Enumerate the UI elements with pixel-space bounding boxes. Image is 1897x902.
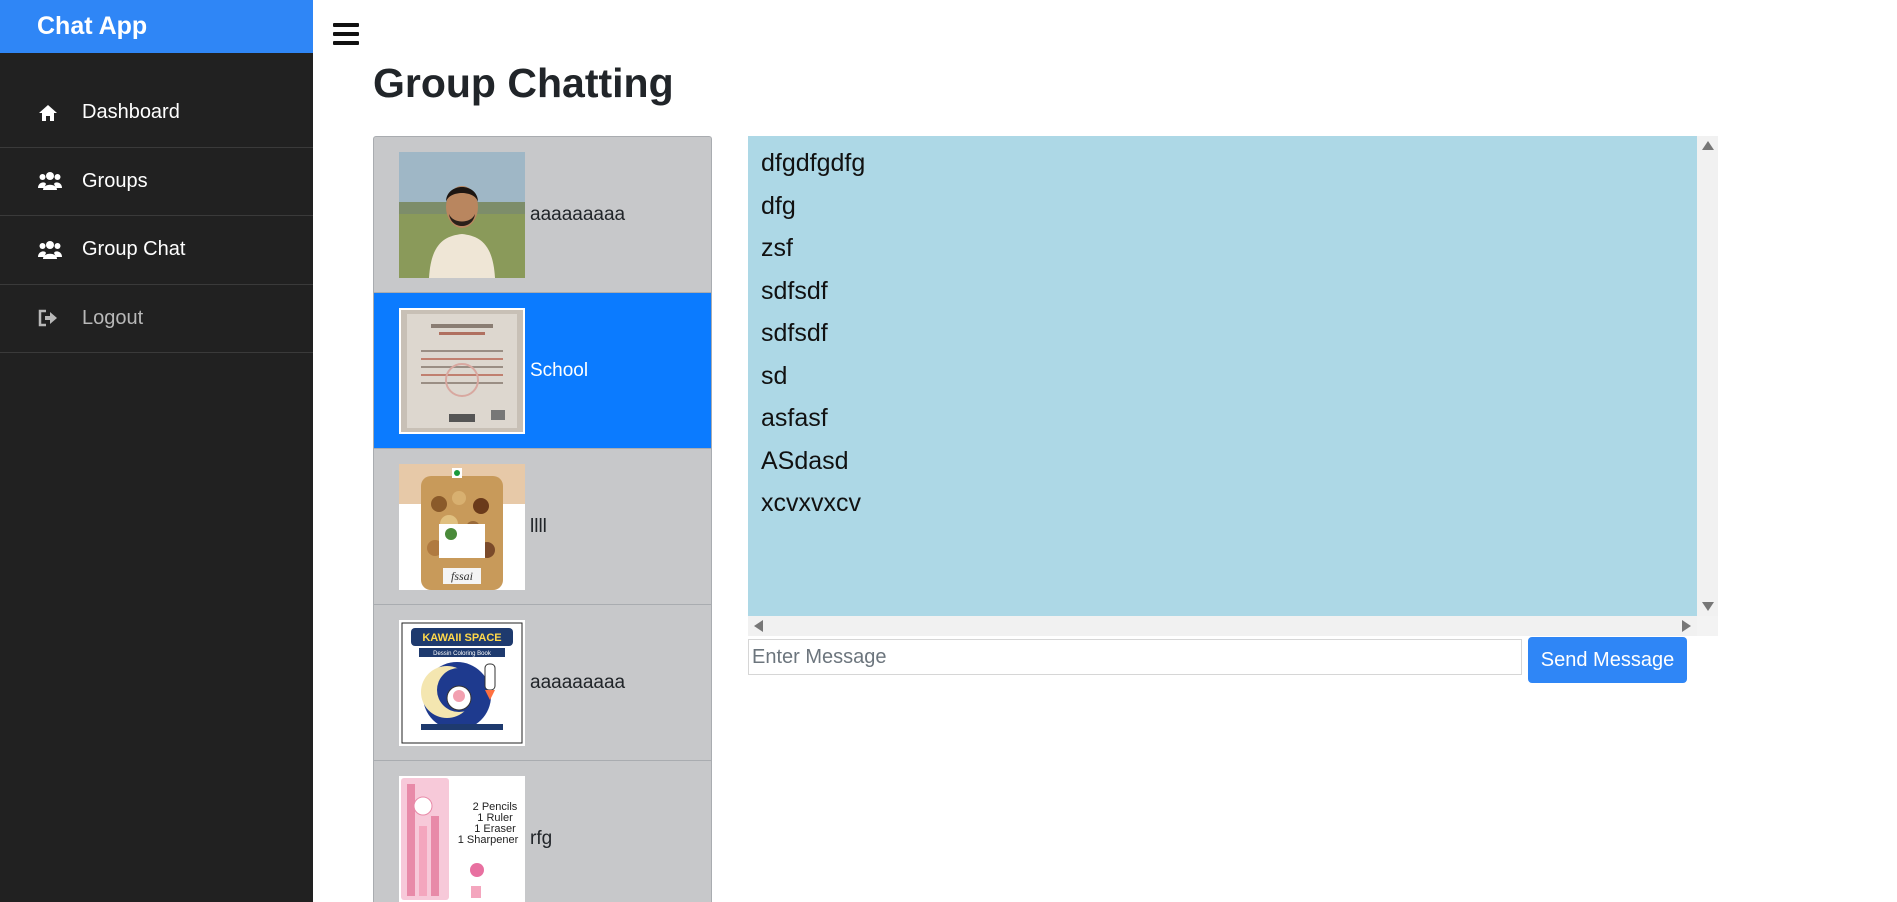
sharpener-text: 1 Sharpener: [458, 834, 519, 846]
chat-panel: dfgdfgdfg dfg zsf sdfsdf sdfsdf sd asfas…: [748, 136, 1718, 636]
message-item: dfgdfgdfg: [761, 149, 866, 177]
sidebar-item-label: Group Chat: [82, 238, 186, 261]
message-input[interactable]: [748, 639, 1522, 675]
message-item: xcvxvxcv: [761, 489, 861, 517]
sidebar-item-label: Groups: [82, 169, 148, 192]
sidebar-item-group-chat[interactable]: Group Chat: [0, 216, 313, 285]
sidebar-item-logout[interactable]: Logout: [0, 285, 313, 353]
group-avatar: KAWAII SPACE Dessin Coloring Book: [399, 619, 525, 746]
users-icon: [38, 171, 66, 191]
sidebar-item-label: Dashboard: [82, 101, 180, 124]
group-avatar: [399, 151, 525, 278]
message-item: ASdasd: [761, 446, 849, 475]
group-name: aaaaaaaaa: [530, 203, 626, 225]
message-item: sdfsdf: [761, 319, 828, 347]
group-list-item[interactable]: fssai llll: [374, 449, 711, 605]
message-item: asfasf: [761, 404, 828, 432]
horizontal-scrollbar[interactable]: [748, 616, 1697, 636]
message-item: zsf: [761, 234, 793, 262]
message-item: sdfsdf: [761, 276, 828, 305]
scroll-down-arrow-icon[interactable]: [1702, 602, 1714, 611]
scroll-up-arrow-icon[interactable]: [1702, 141, 1714, 150]
group-avatar: fssai: [399, 463, 525, 590]
message-item: dfg: [761, 191, 796, 220]
group-list-item[interactable]: KAWAII SPACE Dessin Coloring Book aaaaaa…: [374, 605, 711, 761]
group-name: School: [530, 359, 589, 381]
sign-out-icon: [38, 308, 66, 328]
sidebar: Chat App Dashboard Groups Group Chat Log…: [0, 0, 313, 902]
home-icon: [38, 103, 66, 123]
group-list-item-active[interactable]: School: [374, 293, 711, 449]
scroll-left-arrow-icon[interactable]: [754, 620, 763, 632]
send-message-button[interactable]: Send Message: [1528, 637, 1687, 683]
group-list-item[interactable]: 2 Pencils 1 Ruler 1 Eraser 1 Sharpener r…: [374, 761, 711, 902]
group-list-item[interactable]: aaaaaaaaa: [374, 137, 711, 293]
message-item: sd: [761, 361, 788, 390]
group-avatar: 2 Pencils 1 Ruler 1 Eraser 1 Sharpener: [399, 775, 525, 902]
scroll-right-arrow-icon[interactable]: [1682, 620, 1691, 632]
group-name: rfg: [530, 827, 553, 849]
users-icon: [38, 240, 66, 260]
sidebar-nav: Dashboard Groups Group Chat Logout: [0, 79, 313, 353]
jar-label: fssai: [451, 569, 473, 583]
group-avatar: [399, 307, 525, 434]
page-title: Group Chatting: [373, 60, 674, 106]
sidebar-item-groups[interactable]: Groups: [0, 148, 313, 216]
app-brand[interactable]: Chat App: [0, 0, 313, 53]
group-name: aaaaaaaaa: [530, 671, 626, 693]
hamburger-menu-icon[interactable]: [333, 23, 359, 45]
sidebar-item-label: Logout: [82, 306, 144, 329]
sidebar-item-dashboard[interactable]: Dashboard: [0, 79, 313, 148]
message-list[interactable]: dfgdfgdfg dfg zsf sdfsdf sdfsdf sd asfas…: [748, 136, 1697, 616]
book-subtitle: Dessin Coloring Book: [433, 651, 492, 657]
group-name: llll: [530, 515, 547, 537]
group-list: aaaaaaaaa School fssai llll KAWAII SPACE…: [373, 136, 712, 902]
vertical-scrollbar[interactable]: [1697, 136, 1718, 616]
book-title: KAWAII SPACE: [422, 632, 501, 644]
